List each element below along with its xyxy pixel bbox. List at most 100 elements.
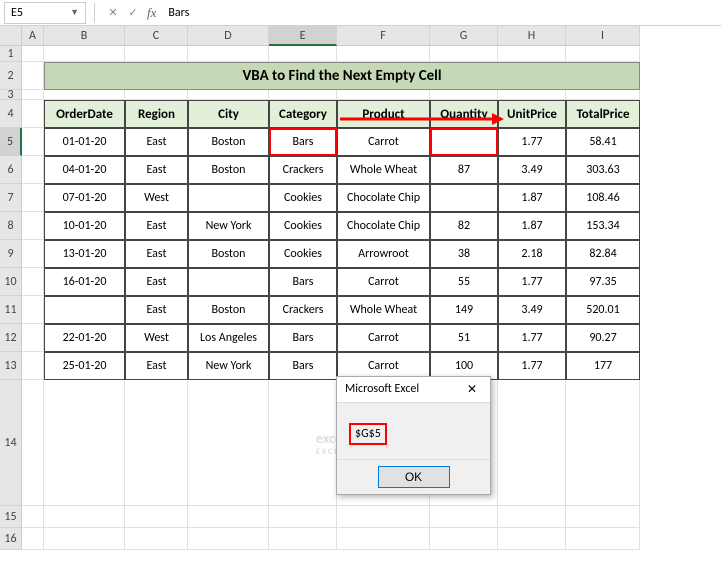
td[interactable]: Crackers [269,156,337,184]
select-all-corner[interactable] [0,26,22,46]
cell[interactable] [498,90,566,100]
cell[interactable] [125,90,188,100]
td[interactable]: 108.46 [566,184,640,212]
cell[interactable] [498,528,566,550]
td[interactable]: 153.34 [566,212,640,240]
col-header-A[interactable]: A [22,26,44,46]
cell[interactable] [566,528,640,550]
td[interactable]: East [125,352,188,380]
fx-icon[interactable]: fx [147,5,156,21]
cell[interactable] [44,528,125,550]
cell[interactable] [22,212,44,240]
cell[interactable] [498,46,566,62]
cell[interactable] [498,380,566,506]
cell[interactable] [566,380,640,506]
cell[interactable] [188,506,269,528]
td[interactable]: 1.77 [498,324,566,352]
col-header-G[interactable]: G [430,26,498,46]
td[interactable]: 1.87 [498,184,566,212]
cell[interactable] [125,528,188,550]
td[interactable]: Arrowroot [337,240,430,268]
cell[interactable] [22,46,44,62]
cell[interactable] [337,90,430,100]
cell[interactable] [269,90,337,100]
row-header-7[interactable]: 7 [0,184,22,212]
cell[interactable] [22,128,44,156]
td[interactable]: 16-01-20 [44,268,125,296]
td[interactable]: 1.77 [498,128,566,156]
td[interactable]: 1.77 [498,352,566,380]
chevron-down-icon[interactable]: ▼ [70,7,79,18]
cell[interactable] [188,46,269,62]
td[interactable]: New York [188,212,269,240]
td[interactable]: West [125,324,188,352]
cell[interactable] [430,46,498,62]
td[interactable]: Boston [188,128,269,156]
cell[interactable] [22,296,44,324]
th-product[interactable]: Product [337,100,430,128]
td[interactable]: West [125,184,188,212]
td[interactable]: 97.35 [566,268,640,296]
td[interactable]: 04-01-20 [44,156,125,184]
row-header-4[interactable]: 4 [0,100,22,128]
row-header-16[interactable]: 16 [0,528,22,550]
td[interactable]: East [125,128,188,156]
formula-input[interactable]: Bars [162,6,721,20]
cell[interactable] [44,90,125,100]
row-header-11[interactable]: 11 [0,296,22,324]
row-header-12[interactable]: 12 [0,324,22,352]
cell[interactable] [22,184,44,212]
td[interactable] [188,184,269,212]
col-header-D[interactable]: D [188,26,269,46]
td[interactable]: 2.18 [498,240,566,268]
td[interactable]: Carrot [337,268,430,296]
cell[interactable] [430,90,498,100]
td[interactable]: Boston [188,156,269,184]
td[interactable]: East [125,240,188,268]
td[interactable]: East [125,296,188,324]
td-selected[interactable]: Bars [269,128,337,156]
td[interactable]: 82 [430,212,498,240]
col-header-H[interactable]: H [498,26,566,46]
cell[interactable] [22,90,44,100]
cell[interactable] [44,380,125,506]
row-header-6[interactable]: 6 [0,156,22,184]
row-header-5[interactable]: 5 [0,128,22,156]
col-header-C[interactable]: C [125,26,188,46]
row-header-14[interactable]: 14 [0,380,22,506]
confirm-icon[interactable]: ✓ [125,5,141,21]
td[interactable]: New York [188,352,269,380]
cell[interactable] [22,240,44,268]
td[interactable]: Cookies [269,240,337,268]
td[interactable] [188,268,269,296]
td[interactable]: 303.63 [566,156,640,184]
cell[interactable] [269,46,337,62]
td[interactable]: Cookies [269,184,337,212]
cell[interactable] [22,528,44,550]
td-empty-target[interactable] [430,128,498,156]
td[interactable]: Whole Wheat [337,156,430,184]
row-header-2[interactable]: 2 [0,62,22,90]
cell[interactable] [566,506,640,528]
td[interactable]: Boston [188,240,269,268]
col-header-I[interactable]: I [566,26,640,46]
cell[interactable] [22,380,44,506]
td[interactable]: Whole Wheat [337,296,430,324]
cell[interactable] [22,62,44,90]
row-header-1[interactable]: 1 [0,46,22,62]
td[interactable]: 01-01-20 [44,128,125,156]
td[interactable]: 82.84 [566,240,640,268]
td[interactable]: Carrot [337,324,430,352]
td[interactable]: 177 [566,352,640,380]
th-quantity[interactable]: Quantity [430,100,498,128]
td[interactable]: Bars [269,352,337,380]
td[interactable]: Cookies [269,212,337,240]
td[interactable]: 58.41 [566,128,640,156]
td[interactable]: Los Angeles [188,324,269,352]
td[interactable]: Chocolate Chip [337,184,430,212]
td[interactable]: 10-01-20 [44,212,125,240]
td[interactable]: 51 [430,324,498,352]
cell[interactable] [188,90,269,100]
cell[interactable] [22,324,44,352]
cell[interactable] [125,46,188,62]
